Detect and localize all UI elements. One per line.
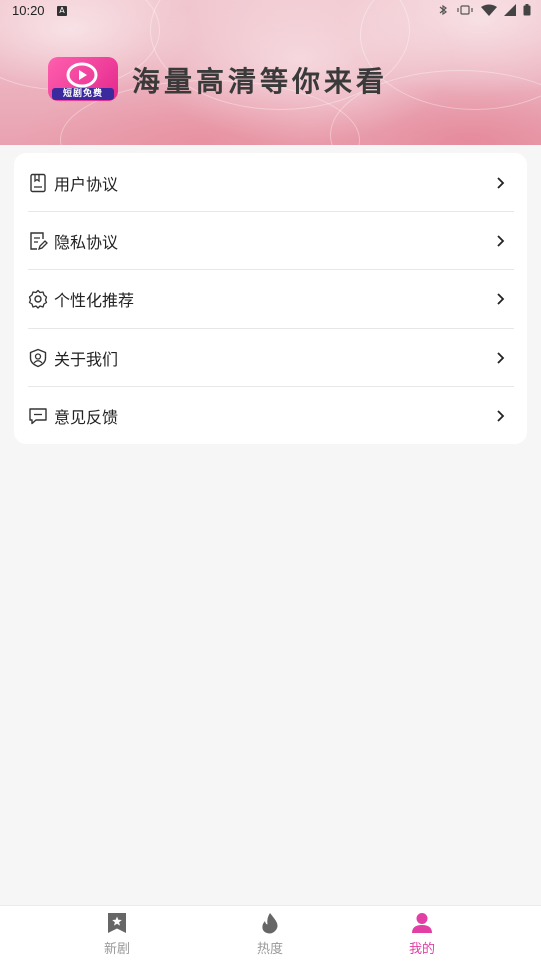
vibrate-icon [457, 5, 473, 15]
menu-item-privacy-policy[interactable]: 隐私协议 [28, 212, 514, 270]
chevron-right-icon [497, 410, 505, 422]
tab-label: 我的 [408, 942, 435, 957]
status-time: 10:20 [12, 3, 45, 18]
chevron-right-icon [497, 177, 505, 189]
star-bookmark-icon [108, 913, 126, 933]
slogan-text: 海量高清等你来看 [132, 65, 389, 98]
wifi-icon [481, 4, 497, 16]
chevron-right-icon [497, 352, 505, 364]
bluetooth-icon [439, 4, 448, 16]
chevron-right-icon [497, 235, 505, 247]
shield-user-icon [29, 348, 47, 368]
battery-icon [523, 4, 531, 16]
play-icon [66, 62, 98, 88]
signal-icon [504, 4, 516, 16]
menu-item-label: 隐私协议 [54, 233, 119, 252]
edit-document-icon [30, 232, 48, 251]
logo-box: 短剧免费 [48, 57, 118, 101]
person-icon [412, 913, 432, 933]
flame-icon [262, 913, 278, 934]
chevron-right-icon [497, 293, 505, 305]
tab-label: 热度 [256, 942, 283, 957]
menu-item-label: 个性化推荐 [54, 291, 135, 310]
menu-item-personalized-recommendation[interactable]: 个性化推荐 [28, 270, 514, 328]
gear-icon [28, 289, 48, 309]
message-icon [29, 408, 47, 425]
menu-item-user-agreement[interactable]: 用户协议 [28, 154, 514, 212]
app-logo: 短剧免费 [48, 57, 118, 101]
logo-tag: 短剧免费 [52, 88, 114, 100]
settings-menu-card: 用户协议 隐私协议 个性化推荐 关于我们 意见反馈 [14, 153, 527, 444]
bottom-tab-bar: 新剧 热度 我的 [0, 905, 541, 963]
header-banner: 10:20 A 短剧免费 海量高清等你来看 [0, 0, 541, 145]
status-icons [437, 4, 531, 16]
menu-item-feedback[interactable]: 意见反馈 [28, 387, 514, 445]
tab-label: 新剧 [103, 942, 130, 957]
menu-item-label: 用户协议 [54, 175, 119, 194]
menu-item-label: 意见反馈 [54, 408, 119, 427]
document-icon [30, 173, 46, 193]
notification-icon: A [57, 6, 67, 16]
tab-mine[interactable]: 我的 [332, 906, 512, 963]
status-bar: 10:20 A [0, 0, 541, 22]
menu-item-about-us[interactable]: 关于我们 [28, 329, 514, 387]
menu-item-label: 关于我们 [54, 350, 119, 369]
